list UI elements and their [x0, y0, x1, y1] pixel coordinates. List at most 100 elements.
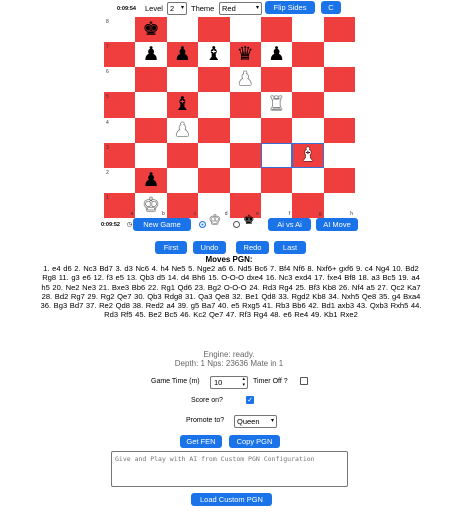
- last-button[interactable]: Last: [274, 241, 306, 254]
- black-pawn-icon[interactable]: ♟: [143, 45, 160, 64]
- square-f7[interactable]: ♟: [260, 42, 293, 68]
- white-bishop-icon[interactable]: ♝: [299, 145, 316, 165]
- square-a3[interactable]: 3: [104, 142, 136, 168]
- redo-button[interactable]: Redo: [236, 241, 269, 254]
- square-f2[interactable]: [260, 167, 293, 193]
- square-a1[interactable]: 1a: [104, 192, 136, 218]
- black-side-radio[interactable]: [233, 221, 240, 228]
- custom-pgn-textarea[interactable]: [111, 451, 348, 487]
- square-g7[interactable]: [292, 42, 324, 68]
- square-h7[interactable]: [323, 42, 355, 68]
- theme-select[interactable]: Red ▾: [219, 2, 262, 15]
- square-h5[interactable]: [323, 92, 355, 118]
- square-e8[interactable]: [229, 17, 261, 43]
- square-g6[interactable]: [292, 67, 324, 93]
- square-f3[interactable]: [260, 142, 293, 168]
- square-g8[interactable]: [292, 17, 324, 43]
- flip-sides-button[interactable]: Flip Sides: [265, 1, 315, 14]
- white-king-icon[interactable]: ♚: [143, 195, 160, 215]
- square-d7[interactable]: ♝: [198, 42, 230, 68]
- square-b6[interactable]: [135, 67, 167, 93]
- get-fen-button[interactable]: Get FEN: [180, 435, 222, 448]
- c-button[interactable]: C: [321, 1, 341, 14]
- square-a5[interactable]: 5: [104, 92, 136, 118]
- black-king-icon[interactable]: ♚: [143, 20, 160, 39]
- square-e6[interactable]: ♟: [229, 67, 261, 93]
- square-b1[interactable]: b ♚: [135, 192, 167, 218]
- level-select[interactable]: 2 ▾: [167, 2, 187, 15]
- square-d8[interactable]: [198, 17, 230, 43]
- square-h3[interactable]: [323, 142, 355, 168]
- square-h6[interactable]: [323, 67, 355, 93]
- square-g2[interactable]: [292, 167, 324, 193]
- white-rook-icon[interactable]: ♜: [268, 95, 285, 114]
- square-f5[interactable]: ♜: [260, 92, 293, 118]
- score-on-checkbox[interactable]: ✓: [246, 396, 254, 404]
- square-e3[interactable]: [229, 142, 261, 168]
- square-d5[interactable]: [198, 92, 230, 118]
- square-h1[interactable]: h: [323, 192, 355, 218]
- black-pawn-icon[interactable]: ♟: [268, 45, 285, 64]
- square-a4[interactable]: 4: [104, 117, 136, 143]
- black-queen-icon[interactable]: ♛: [237, 45, 254, 64]
- square-e7[interactable]: ♛: [229, 42, 261, 68]
- black-pawn-icon[interactable]: ♟: [174, 45, 191, 64]
- square-c7[interactable]: ♟: [166, 42, 199, 68]
- square-g1[interactable]: g: [292, 192, 324, 218]
- square-c5[interactable]: ♝: [166, 92, 199, 118]
- black-bishop-icon[interactable]: ♝: [174, 95, 191, 114]
- square-e2[interactable]: [229, 167, 261, 193]
- black-pawn-icon[interactable]: ♟: [143, 170, 160, 190]
- square-h2[interactable]: [323, 167, 355, 193]
- square-b2[interactable]: ♟: [135, 167, 167, 193]
- square-a8[interactable]: 8: [104, 17, 136, 43]
- square-c4[interactable]: ♟: [166, 117, 199, 143]
- square-c1[interactable]: c: [166, 192, 199, 218]
- chess-board[interactable]: 8 ♚ 7 ♟ ♟ ♝ ♛ ♟ 6 ♟ 5 ♝ ♜ 4 ♟ 3 ♝ 2 ♟ 1 a b ♚ c d e f g h: [104, 17, 355, 218]
- square-b3[interactable]: [135, 142, 167, 168]
- square-d3[interactable]: [198, 142, 230, 168]
- black-bishop-icon[interactable]: ♝: [205, 45, 222, 64]
- file-label: d: [224, 211, 228, 217]
- square-g4[interactable]: [292, 117, 324, 143]
- square-b5[interactable]: [135, 92, 167, 118]
- square-b4[interactable]: [135, 117, 167, 143]
- white-pawn-icon[interactable]: ♟: [174, 120, 191, 140]
- square-g5[interactable]: [292, 92, 324, 118]
- square-b8[interactable]: ♚: [135, 17, 167, 43]
- copy-pgn-button[interactable]: Copy PGN: [229, 435, 280, 448]
- ai-move-button[interactable]: AI Move: [316, 218, 358, 231]
- first-button[interactable]: First: [155, 241, 187, 254]
- load-custom-pgn-button[interactable]: Load Custom PGN: [191, 493, 272, 506]
- square-f1[interactable]: f: [260, 192, 293, 218]
- square-f8[interactable]: [260, 17, 293, 43]
- square-d6[interactable]: [198, 67, 230, 93]
- square-a6[interactable]: 6: [104, 67, 136, 93]
- square-h8[interactable]: [323, 17, 355, 43]
- square-d4[interactable]: [198, 117, 230, 143]
- square-d2[interactable]: [198, 167, 230, 193]
- square-e5[interactable]: [229, 92, 261, 118]
- white-pawn-icon[interactable]: ♟: [237, 70, 254, 89]
- square-c3[interactable]: [166, 142, 199, 168]
- stepper-icon[interactable]: ▴ ▾: [242, 376, 245, 388]
- ai-vs-ai-button[interactable]: Ai vs Ai: [268, 218, 311, 231]
- square-c2[interactable]: [166, 167, 199, 193]
- white-side-radio[interactable]: [199, 221, 206, 228]
- promote-select[interactable]: Queen ▾: [234, 415, 277, 428]
- square-f6[interactable]: [260, 67, 293, 93]
- square-g3[interactable]: ♝: [292, 142, 324, 168]
- undo-button[interactable]: Undo: [193, 241, 226, 254]
- square-c6[interactable]: [166, 67, 199, 93]
- square-a7[interactable]: 7: [104, 42, 136, 68]
- square-e4[interactable]: [229, 117, 261, 143]
- new-game-button[interactable]: New Game: [133, 218, 191, 231]
- square-h4[interactable]: [323, 117, 355, 143]
- square-a2[interactable]: 2: [104, 167, 136, 193]
- game-time-input[interactable]: 10 ▴ ▾: [210, 376, 248, 389]
- rank-label: 2: [106, 169, 109, 176]
- timer-off-checkbox[interactable]: [300, 377, 308, 385]
- square-f4[interactable]: [260, 117, 293, 143]
- square-b7[interactable]: ♟: [135, 42, 167, 68]
- square-c8[interactable]: [166, 17, 199, 43]
